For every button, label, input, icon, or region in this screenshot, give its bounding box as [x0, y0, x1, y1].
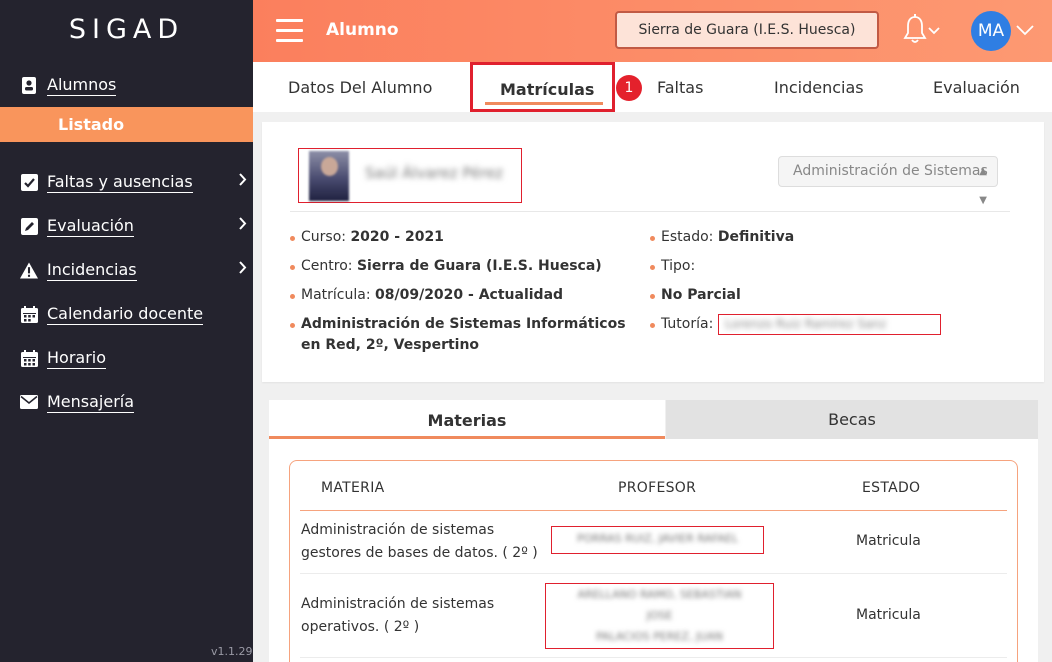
tab-materias[interactable]: Materias	[269, 400, 665, 439]
info-centro: Centro: Sierra de Guara (I.E.S. Huesca)	[290, 256, 602, 277]
info-tutoria: Tutoría:	[650, 314, 713, 335]
sidebar-item-calendario[interactable]: Calendario docente	[20, 299, 253, 329]
info-tipo: Tipo:	[650, 256, 695, 277]
subjects-table: MATERIA PROFESOR ESTADO Administración d…	[289, 460, 1018, 662]
sidebar-item-incidencias[interactable]: Incidencias	[20, 255, 253, 285]
avatar[interactable]: MA	[971, 11, 1011, 51]
sidebar-item-label: Evaluación	[47, 215, 134, 237]
sidebar-item-horario[interactable]: Horario	[20, 343, 253, 373]
table-row: Administración de sistemas operativos. (…	[301, 596, 495, 635]
student-name: Saúl Álvarez Pérez	[365, 164, 504, 182]
tab-incidencias[interactable]: Incidencias	[774, 78, 864, 97]
status-cell: Matricula	[856, 533, 921, 549]
center-selector[interactable]: Sierra de Guara (I.E.S. Huesca)	[615, 11, 879, 49]
sidebar-item-label: Incidencias	[47, 259, 137, 281]
top-header: Alumno Sierra de Guara (I.E.S. Huesca) M…	[253, 0, 1052, 62]
sidebar-item-label: Faltas y ausencias	[47, 171, 193, 193]
page-title: Alumno	[326, 20, 399, 40]
student-identity: Saúl Álvarez Pérez	[298, 148, 522, 203]
header-divider	[300, 510, 1007, 511]
info-parcial: No Parcial	[650, 285, 741, 306]
column-header-profesor: PROFESOR	[618, 480, 697, 496]
calendar-icon	[20, 305, 38, 323]
sidebar-item-label: Mensajería	[47, 391, 135, 413]
row-divider	[300, 573, 1007, 574]
sidebar: SIGAD Alumnos Listado Faltas y ausencias…	[0, 0, 253, 662]
student-photo	[309, 151, 349, 201]
ciclo-selector[interactable]: Administración de Sistemas ▲ ▼	[778, 156, 998, 206]
tab-datos-del-alumno[interactable]: Datos Del Alumno	[288, 78, 432, 97]
table-row: Administración de sistemas gestores de b…	[301, 522, 538, 561]
sidebar-item-evaluacion[interactable]: Evaluación	[20, 211, 253, 241]
warning-icon	[20, 261, 38, 279]
sidebar-item-faltas[interactable]: Faltas y ausencias	[20, 167, 253, 197]
chevron-right-icon	[239, 173, 247, 190]
edit-icon	[20, 217, 38, 235]
ciclo-selector-value: Administración de Sistemas	[793, 163, 988, 179]
status-cell: Matricula	[856, 607, 921, 623]
tab-becas[interactable]: Becas	[666, 400, 1038, 439]
app-version: v1.1.29	[211, 645, 253, 658]
app-brand: SIGAD	[68, 14, 185, 45]
column-header-estado: ESTADO	[862, 480, 921, 496]
bell-icon[interactable]	[903, 14, 943, 46]
sidebar-item-alumnos[interactable]: Alumnos	[20, 70, 253, 100]
chevron-down-icon[interactable]	[1015, 22, 1035, 36]
tab-evaluacion[interactable]: Evaluación	[933, 78, 1020, 97]
sidebar-item-mensajeria[interactable]: Mensajería	[20, 387, 253, 417]
student-card-icon	[20, 76, 38, 94]
enrollment-card: Saúl Álvarez Pérez Administración de Sis…	[262, 122, 1044, 382]
chevron-right-icon	[239, 261, 247, 278]
divider	[290, 211, 1010, 212]
sidebar-item-label: Alumnos	[47, 74, 117, 96]
info-ciclo: Administración de Sistemas Informáticos …	[290, 314, 631, 356]
tab-faltas[interactable]: Faltas	[657, 78, 703, 97]
materias-panel: MATERIA PROFESOR ESTADO Administración d…	[269, 439, 1038, 662]
column-header-materia: MATERIA	[321, 480, 385, 496]
menu-icon[interactable]	[276, 19, 303, 42]
row-divider	[300, 657, 1007, 658]
sort-arrows-icon: ▲ ▼	[979, 166, 987, 206]
student-tabs: Datos Del Alumno Matrículas 1 Faltas Inc…	[253, 62, 1052, 112]
info-estado: Estado: Definitiva	[650, 227, 794, 248]
schedule-icon	[20, 349, 38, 367]
checkbox-icon	[20, 173, 38, 191]
envelope-icon	[20, 393, 38, 411]
sidebar-subitem-listado[interactable]: Listado	[0, 107, 253, 142]
sidebar-item-label: Calendario docente	[47, 303, 204, 325]
step-badge: 1	[616, 75, 642, 101]
info-curso: Curso: 2020 - 2021	[290, 227, 444, 248]
highlight-box	[470, 62, 615, 112]
professor-name: PORRAS RUIZ, JAVIER RAFAEL	[551, 526, 764, 554]
info-matricula: Matrícula: 08/09/2020 - Actualidad	[290, 285, 563, 306]
chevron-right-icon	[239, 217, 247, 234]
subject-tabs: Materias Becas	[269, 400, 1038, 439]
sidebar-item-label: Horario	[47, 347, 107, 369]
professor-names: ARELLANO RAMO, SEBASTIAN JOSE PALACIOS P…	[545, 583, 774, 649]
tutor-name: Lorenzo Ruiz Ramírez Sanz	[718, 314, 941, 335]
